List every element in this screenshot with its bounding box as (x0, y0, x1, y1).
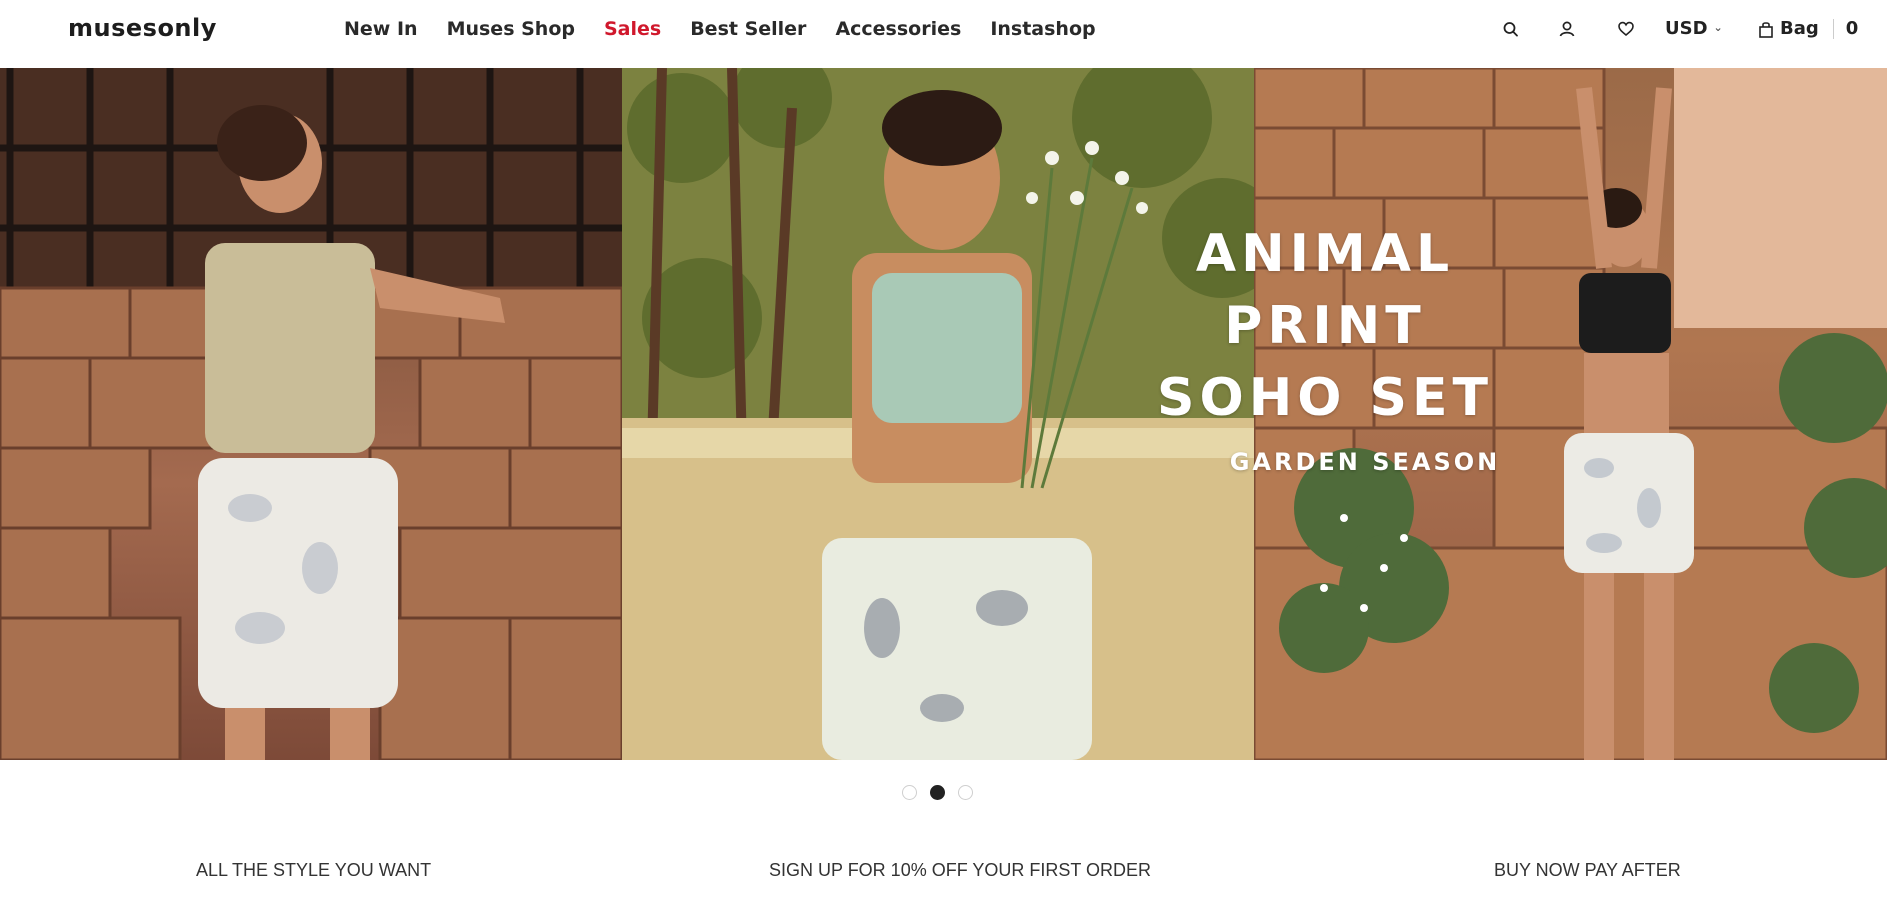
bag-button[interactable]: Bag 0 (1758, 18, 1858, 39)
bag-count: 0 (1845, 18, 1859, 39)
chevron-down-icon: ⌄ (1713, 21, 1723, 34)
carousel-dot-2[interactable] (930, 785, 945, 800)
hero-title-line-2: SOHO SET (1157, 368, 1493, 428)
carousel-dot-3[interactable] (958, 785, 973, 800)
hero-caption: ANIMAL PRINT SOHO SET GARDEN SEASON (1090, 218, 1560, 476)
nav-item-sales[interactable]: Sales (604, 18, 661, 40)
carousel-pagination (902, 785, 973, 800)
currency-label: USD (1665, 18, 1708, 39)
bag-icon (1759, 21, 1773, 38)
search-icon[interactable] (1502, 18, 1520, 40)
nav-item-instashop[interactable]: Instashop (990, 18, 1095, 40)
divider (1832, 18, 1834, 39)
hero-photo-left (0, 68, 622, 760)
bag-label: Bag (1780, 18, 1819, 39)
site-header: musesonly New In Muses Shop Sales Best S… (0, 0, 1887, 68)
nav-item-accessories[interactable]: Accessories (835, 18, 961, 40)
nav-item-muses-shop[interactable]: Muses Shop (447, 18, 575, 40)
hero-title-line-1: ANIMAL PRINT (1195, 224, 1455, 356)
nav-item-new-in[interactable]: New In (344, 18, 418, 40)
promo-left: ALL THE STYLE YOU WANT (196, 860, 432, 880)
promo-right: BUY NOW PAY AFTER (1494, 860, 1681, 880)
main-nav: New In Muses Shop Sales Best Seller Acce… (344, 18, 1125, 40)
hero-subtitle: GARDEN SEASON (1229, 448, 1501, 476)
promo-center[interactable]: SIGN UP FOR 10% OFF YOUR FIRST ORDER (769, 860, 1151, 881)
heart-icon[interactable] (1617, 18, 1635, 40)
carousel-dot-1[interactable] (902, 785, 917, 800)
currency-selector[interactable]: USD ⌄ (1665, 18, 1723, 39)
hero-banner[interactable]: ANIMAL PRINT SOHO SET GARDEN SEASON (0, 68, 1887, 760)
user-icon[interactable] (1558, 18, 1576, 40)
nav-item-best-seller[interactable]: Best Seller (690, 18, 806, 40)
site-logo[interactable]: musesonly (68, 14, 217, 42)
